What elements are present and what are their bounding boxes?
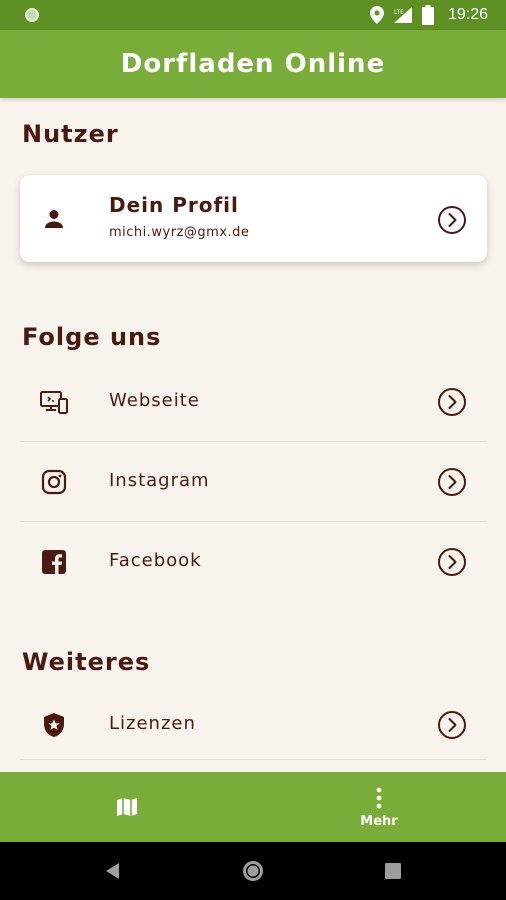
shield-star-icon xyxy=(44,713,64,737)
status-bar: LTE 19:26 xyxy=(0,0,506,30)
follow-item-instagram[interactable]: Instagram xyxy=(20,442,487,522)
nav-item-more[interactable]: Mehr xyxy=(332,772,426,842)
location-icon xyxy=(369,6,384,24)
nav-item-map[interactable] xyxy=(80,772,174,842)
facebook-icon xyxy=(42,550,66,574)
follow-item-label: Instagram xyxy=(109,470,210,491)
more-vert-icon xyxy=(376,787,382,808)
devices-icon xyxy=(40,391,68,414)
status-time: 19:26 xyxy=(447,6,488,23)
recents-icon[interactable] xyxy=(385,863,401,879)
app-title: Dorfladen Online xyxy=(120,49,386,79)
more-item-lizenzen[interactable]: Lizenzen xyxy=(20,685,487,765)
more-item-label: Lizenzen xyxy=(109,713,196,734)
section-title-more: Weiteres xyxy=(22,648,151,676)
home-icon[interactable] xyxy=(241,859,265,883)
back-icon[interactable] xyxy=(104,862,122,880)
chevron-right-circle-icon[interactable] xyxy=(437,547,467,577)
chevron-right-circle-icon[interactable] xyxy=(437,467,467,497)
follow-item-webseite[interactable]: Webseite xyxy=(20,362,487,442)
divider xyxy=(20,759,487,760)
svg-text:LTE: LTE xyxy=(394,9,404,16)
map-icon xyxy=(117,798,137,816)
battery-icon xyxy=(421,5,434,25)
system-nav-bar xyxy=(0,842,506,900)
signal-lte-icon: LTE xyxy=(393,7,412,23)
app-bar: Dorfladen Online xyxy=(0,30,506,98)
profile-name: Dein Profil xyxy=(109,193,239,217)
follow-item-facebook[interactable]: Facebook xyxy=(20,522,487,602)
notification-icon xyxy=(25,8,39,22)
chevron-right-circle-icon[interactable] xyxy=(437,387,467,417)
status-icons: LTE 19:26 xyxy=(369,0,488,30)
bottom-nav: Mehr xyxy=(0,772,506,842)
profile-email: michi.wyrz@gmx.de xyxy=(109,225,250,240)
follow-item-label: Facebook xyxy=(109,550,202,571)
nav-label-more: Mehr xyxy=(360,813,398,829)
chevron-right-circle-icon[interactable] xyxy=(437,710,467,740)
person-icon xyxy=(45,210,63,228)
follow-item-label: Webseite xyxy=(109,390,200,411)
instagram-icon xyxy=(41,469,67,495)
profile-card[interactable]: Dein Profil michi.wyrz@gmx.de xyxy=(20,175,487,262)
section-title-follow: Folge uns xyxy=(22,323,162,351)
section-title-user: Nutzer xyxy=(22,120,119,148)
chevron-right-circle-icon[interactable] xyxy=(437,205,467,235)
